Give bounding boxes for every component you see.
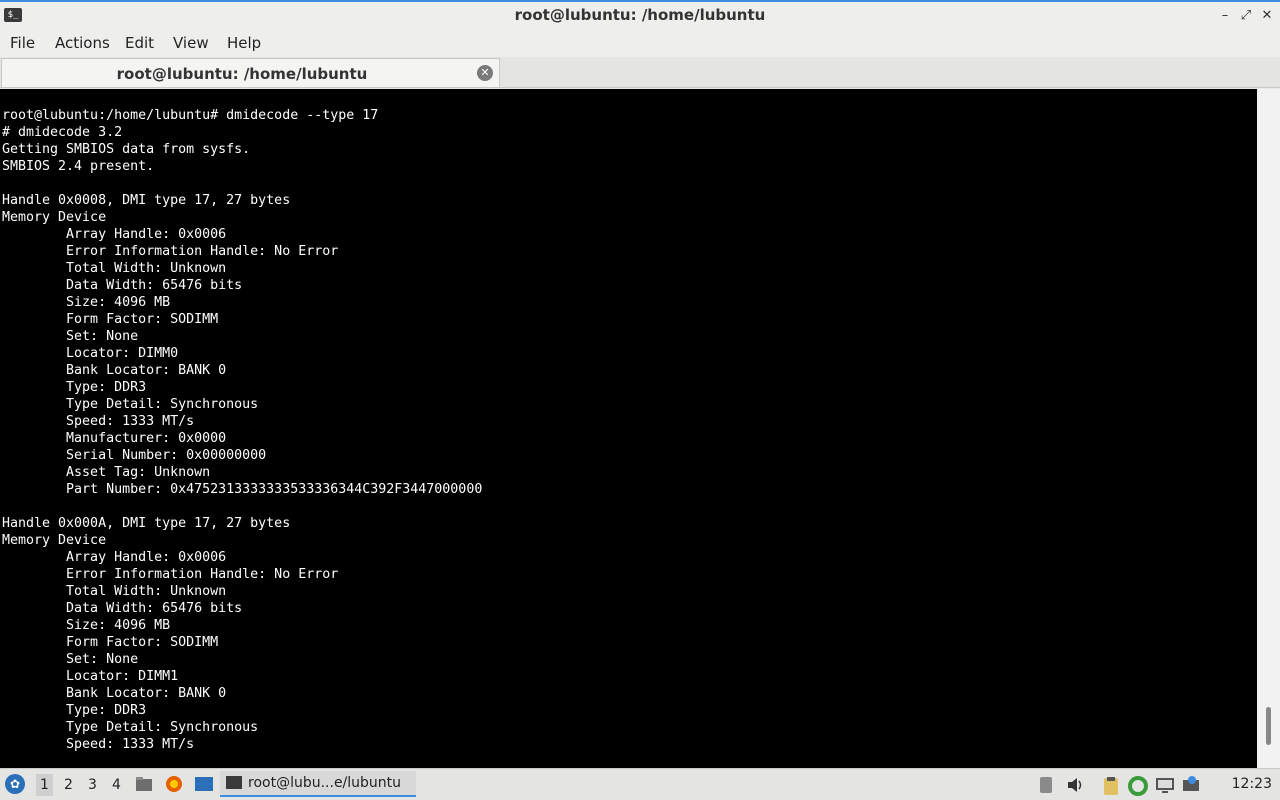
taskbar: ✿ 1 2 3 4 root@lubu...e/lubuntu 12:23: [0, 768, 1280, 800]
terminal-line: SMBIOS 2.4 present.: [2, 159, 155, 174]
terminal-line: Data Width: 65476 bits: [2, 601, 243, 616]
terminal-line: # dmidecode 3.2: [2, 125, 123, 140]
menu-edit[interactable]: Edit: [125, 34, 154, 52]
menu-help[interactable]: Help: [227, 34, 261, 52]
menu-file[interactable]: File: [10, 34, 35, 52]
terminal-line: Handle 0x000A, DMI type 17, 27 bytes: [2, 516, 291, 531]
terminal-line: Data Width: 65476 bits: [2, 278, 243, 293]
menu-actions[interactable]: Actions: [55, 34, 110, 52]
file-manager-icon[interactable]: [135, 775, 153, 793]
terminal-line: Getting SMBIOS data from sysfs.: [2, 142, 251, 157]
scrollbar-thumb[interactable]: [1266, 707, 1271, 745]
taskbar-task-terminal[interactable]: root@lubu...e/lubuntu: [220, 771, 416, 797]
terminal-line: Memory Device: [2, 210, 107, 225]
terminal-task-icon: [226, 776, 242, 789]
terminal-line: Size: 4096 MB: [2, 295, 171, 310]
terminal-line: Part Number: 0x4752313333333533336344C39…: [2, 482, 483, 497]
tab-label: root@lubuntu: /home/lubuntu: [116, 65, 368, 83]
terminal-scrollbar[interactable]: [1257, 89, 1280, 768]
workspace-3[interactable]: 3: [88, 777, 97, 793]
terminal-line: Type: DDR3: [2, 703, 147, 718]
terminal-line: Locator: DIMM1: [2, 669, 179, 684]
terminal-line: Type: DDR3: [2, 380, 147, 395]
removable-media-icon[interactable]: [1037, 776, 1055, 793]
workspace-4[interactable]: 4: [112, 777, 121, 793]
terminal-line: Asset Tag: Unknown: [2, 465, 211, 480]
terminal-line: Handle 0x0008, DMI type 17, 27 bytes: [2, 193, 291, 208]
firefox-icon[interactable]: [165, 775, 183, 793]
minimize-icon[interactable]: –: [1215, 6, 1235, 26]
terminal-line: Total Width: Unknown: [2, 261, 227, 276]
workspace-2[interactable]: 2: [64, 777, 73, 793]
terminal-line: Speed: 1333 MT/s: [2, 414, 195, 429]
terminal-line: Manufacturer: 0x0000: [2, 431, 227, 446]
terminal-line: Set: None: [2, 329, 139, 344]
terminal-line: Type Detail: Synchronous: [2, 397, 259, 412]
menubar: File Actions Edit View Help: [0, 28, 1280, 57]
maximize-icon[interactable]: ⤢: [1236, 6, 1256, 26]
terminal-output: root@lubuntu:/home/lubuntu# dmidecode --…: [0, 89, 1257, 753]
terminal-line: Total Width: Unknown: [2, 584, 227, 599]
show-desktop-icon[interactable]: [194, 775, 213, 793]
terminal-line: Form Factor: SODIMM: [2, 312, 219, 327]
display-icon[interactable]: [1155, 776, 1174, 793]
terminal-line: Array Handle: 0x0006: [2, 550, 227, 565]
menu-view[interactable]: View: [173, 34, 209, 52]
tab-close-icon[interactable]: ✕: [477, 65, 493, 81]
workspace-1[interactable]: 1: [36, 774, 53, 796]
terminal-line: Serial Number: 0x00000000: [2, 448, 267, 463]
terminal-line: Bank Locator: BANK 0: [2, 686, 227, 701]
terminal-line: Set: None: [2, 652, 139, 667]
window-titlebar[interactable]: $_ root@lubuntu: /home/lubuntu – ⤢ ✕: [0, 0, 1280, 28]
terminal-frame: root@lubuntu:/home/lubuntu# dmidecode --…: [0, 89, 1280, 768]
tab-bar: root@lubuntu: /home/lubuntu ✕: [0, 57, 1280, 88]
network-notification-icon[interactable]: [1182, 776, 1200, 792]
clipboard-icon[interactable]: [1101, 776, 1119, 795]
update-notifier-icon[interactable]: [1128, 776, 1148, 796]
volume-icon[interactable]: [1066, 776, 1084, 792]
terminal-line: Error Information Handle: No Error: [2, 244, 339, 259]
terminal-line: Speed: 1333 MT/s: [2, 737, 195, 752]
terminal-line: Type Detail: Synchronous: [2, 720, 259, 735]
clock[interactable]: 12:23: [1232, 776, 1272, 792]
start-menu-icon[interactable]: ✿: [5, 774, 25, 794]
close-icon[interactable]: ✕: [1257, 6, 1277, 26]
terminal-output-area[interactable]: root@lubuntu:/home/lubuntu# dmidecode --…: [0, 89, 1257, 768]
terminal-line: root@lubuntu:/home/lubuntu# dmidecode --…: [2, 108, 379, 123]
task-label: root@lubu...e/lubuntu: [248, 775, 402, 791]
terminal-line: Bank Locator: BANK 0: [2, 363, 227, 378]
tab-terminal[interactable]: root@lubuntu: /home/lubuntu ✕: [1, 58, 500, 87]
terminal-line: Memory Device: [2, 533, 107, 548]
terminal-line: Locator: DIMM0: [2, 346, 179, 361]
terminal-line: Error Information Handle: No Error: [2, 567, 339, 582]
window-title: root@lubuntu: /home/lubuntu: [514, 6, 766, 24]
terminal-line: Array Handle: 0x0006: [2, 227, 227, 242]
terminal-line: Size: 4096 MB: [2, 618, 171, 633]
terminal-line: Form Factor: SODIMM: [2, 635, 219, 650]
